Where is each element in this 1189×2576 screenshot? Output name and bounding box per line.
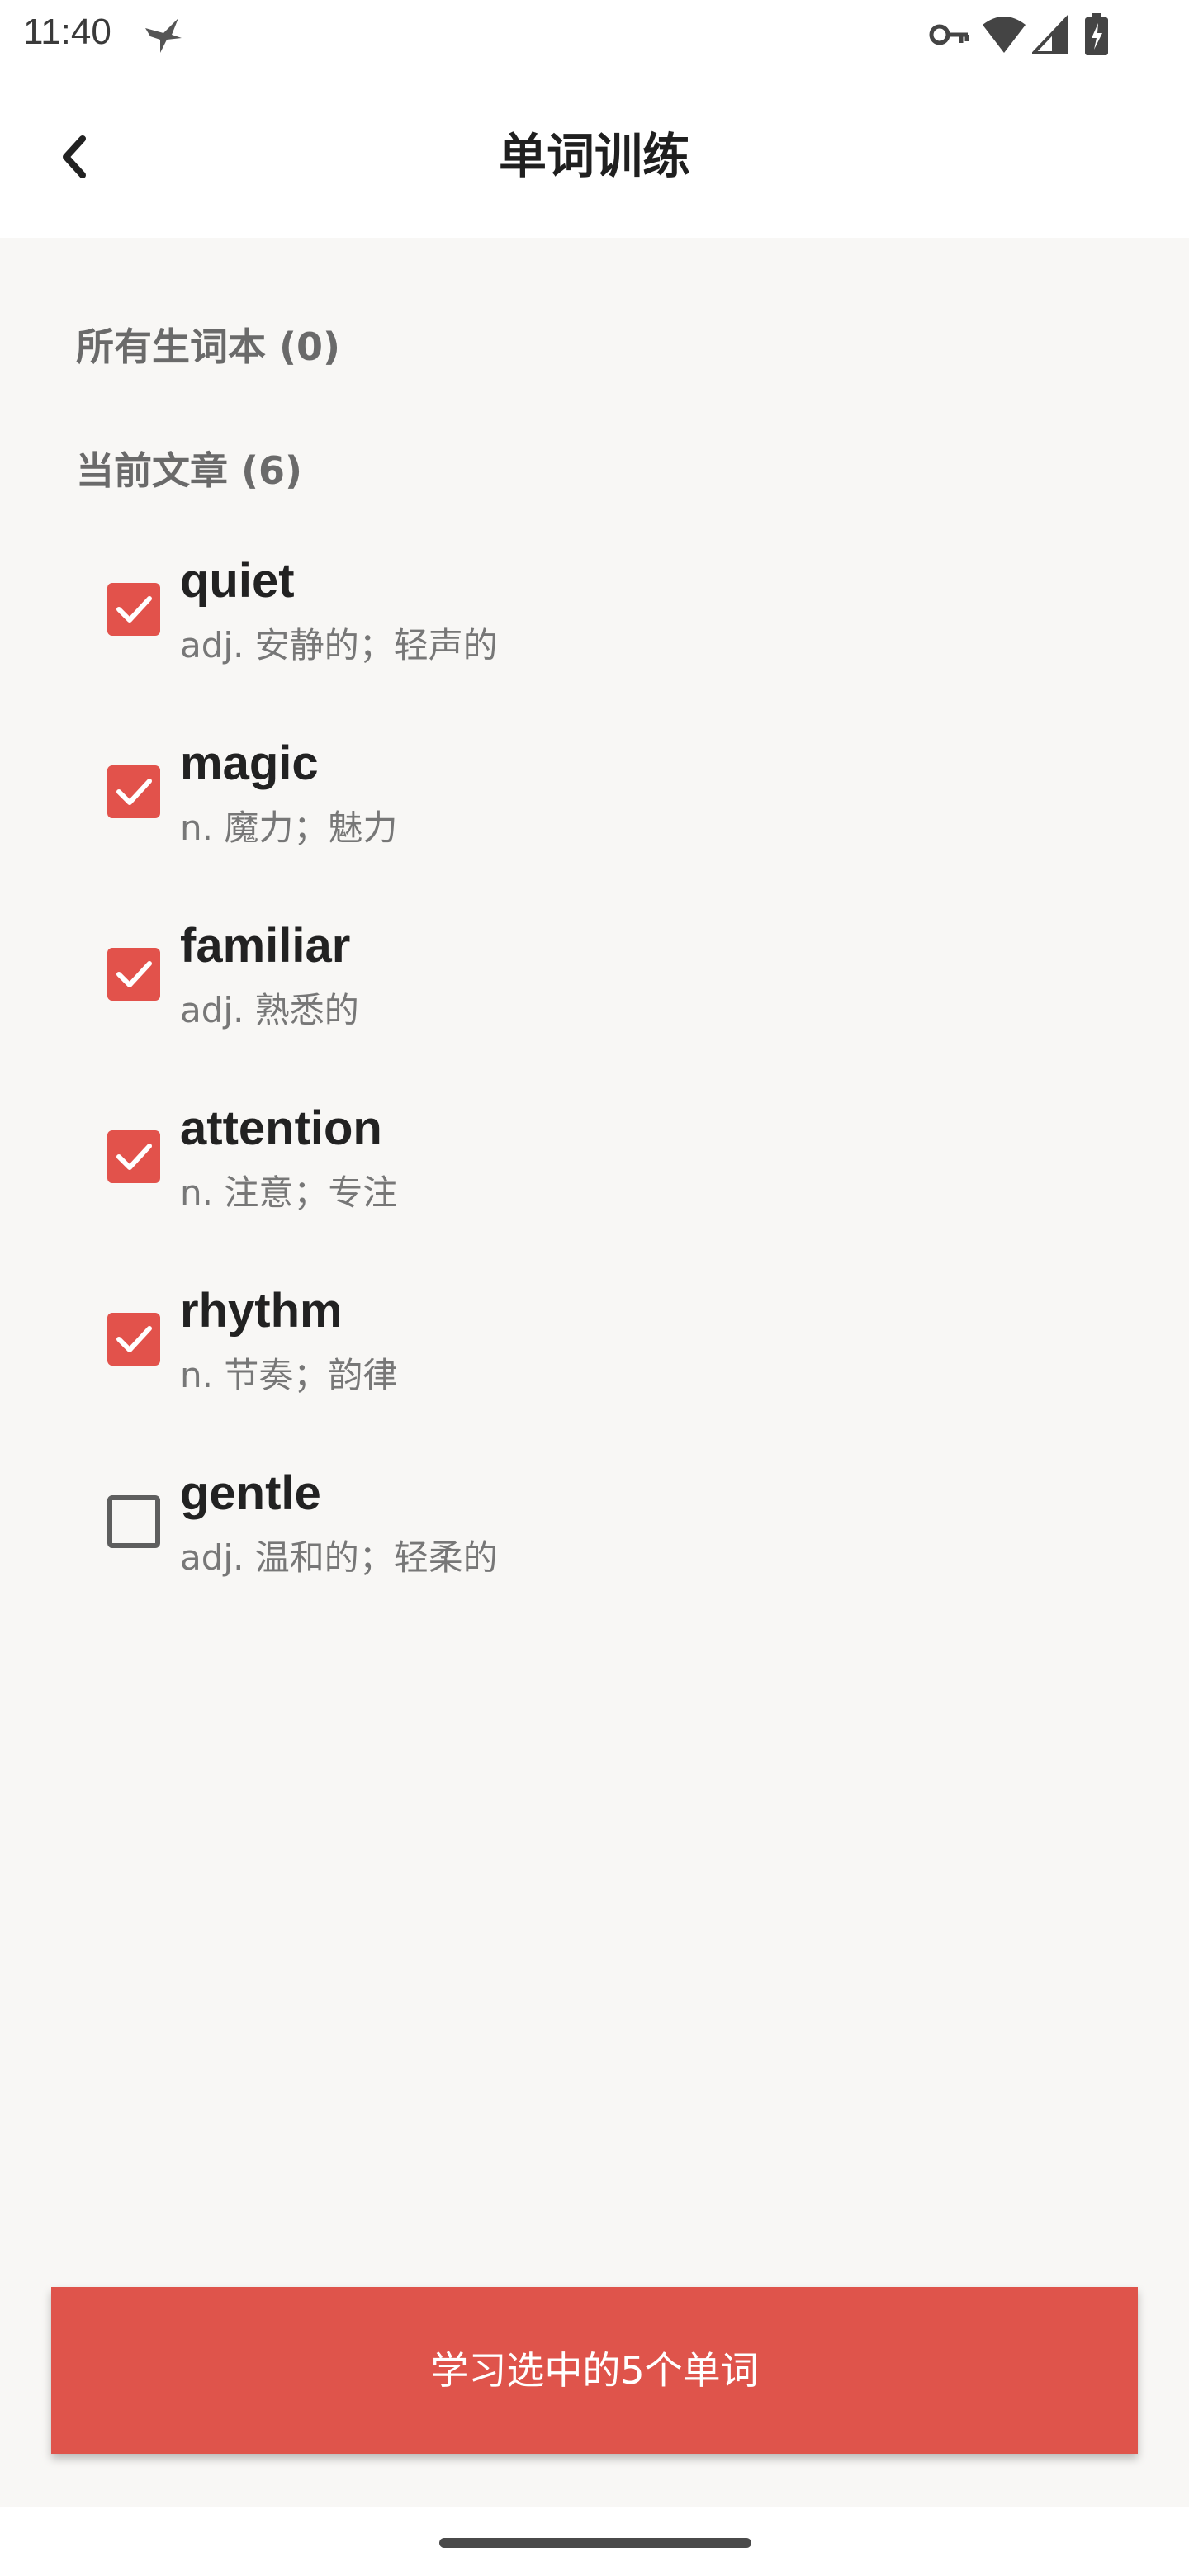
check-icon: [116, 1144, 152, 1170]
word-checkbox[interactable]: [107, 948, 160, 1001]
word-checkbox[interactable]: [107, 1313, 160, 1366]
key-icon: [929, 24, 969, 45]
word-item-rhythm[interactable]: rhythm n. 节奏；韵律: [0, 1267, 1189, 1432]
word-item-quiet[interactable]: quiet adj. 安静的；轻声的: [0, 537, 1189, 702]
word-checkbox[interactable]: [107, 1130, 160, 1183]
home-indicator[interactable]: [439, 2538, 751, 2548]
word-item-magic[interactable]: magic n. 魔力；魅力: [0, 719, 1189, 884]
check-icon: [116, 961, 152, 987]
battery-charging-icon: [1085, 13, 1108, 55]
status-time: 11:40: [23, 12, 111, 52]
word-item-attention[interactable]: attention n. 注意；专注: [0, 1084, 1189, 1249]
word-item-gentle[interactable]: gentle adj. 温和的；轻柔的: [0, 1449, 1189, 1614]
navigation-bar: [0, 2507, 1189, 2576]
word-definition: adj. 温和的；轻柔的: [180, 1537, 498, 1578]
word-definition: adj. 熟悉的: [180, 990, 359, 1030]
word-definition: n. 注意；专注: [180, 1172, 398, 1213]
current-article-section[interactable]: 当前文章 (6): [76, 441, 302, 495]
word-definition: n. 魔力；魅力: [180, 807, 398, 848]
word-text: magic: [180, 736, 319, 790]
signal-icon: [1032, 15, 1068, 54]
word-text: quiet: [180, 554, 295, 608]
status-bar: 11:40: [0, 0, 1189, 73]
check-icon: [116, 596, 152, 623]
word-checkbox[interactable]: [107, 765, 160, 818]
wifi-icon: [983, 17, 1026, 53]
all-vocab-section[interactable]: 所有生词本 (0): [76, 317, 340, 372]
word-definition: n. 节奏；韵律: [180, 1355, 398, 1395]
word-item-familiar[interactable]: familiar adj. 熟悉的: [0, 902, 1189, 1067]
word-text: gentle: [180, 1466, 321, 1520]
app-bar: 单词训练: [0, 73, 1189, 238]
word-text: familiar: [180, 919, 351, 973]
study-selected-button[interactable]: 学习选中的5个单词: [51, 2287, 1138, 2454]
check-icon: [116, 1326, 152, 1352]
word-checkbox[interactable]: [107, 1495, 160, 1548]
word-checkbox[interactable]: [107, 583, 160, 636]
check-icon: [116, 779, 152, 805]
bird-icon: [145, 18, 182, 53]
word-text: rhythm: [180, 1284, 343, 1338]
page-title: 单词训练: [498, 128, 690, 184]
word-definition: adj. 安静的；轻声的: [180, 625, 498, 665]
word-text: attention: [180, 1101, 382, 1155]
